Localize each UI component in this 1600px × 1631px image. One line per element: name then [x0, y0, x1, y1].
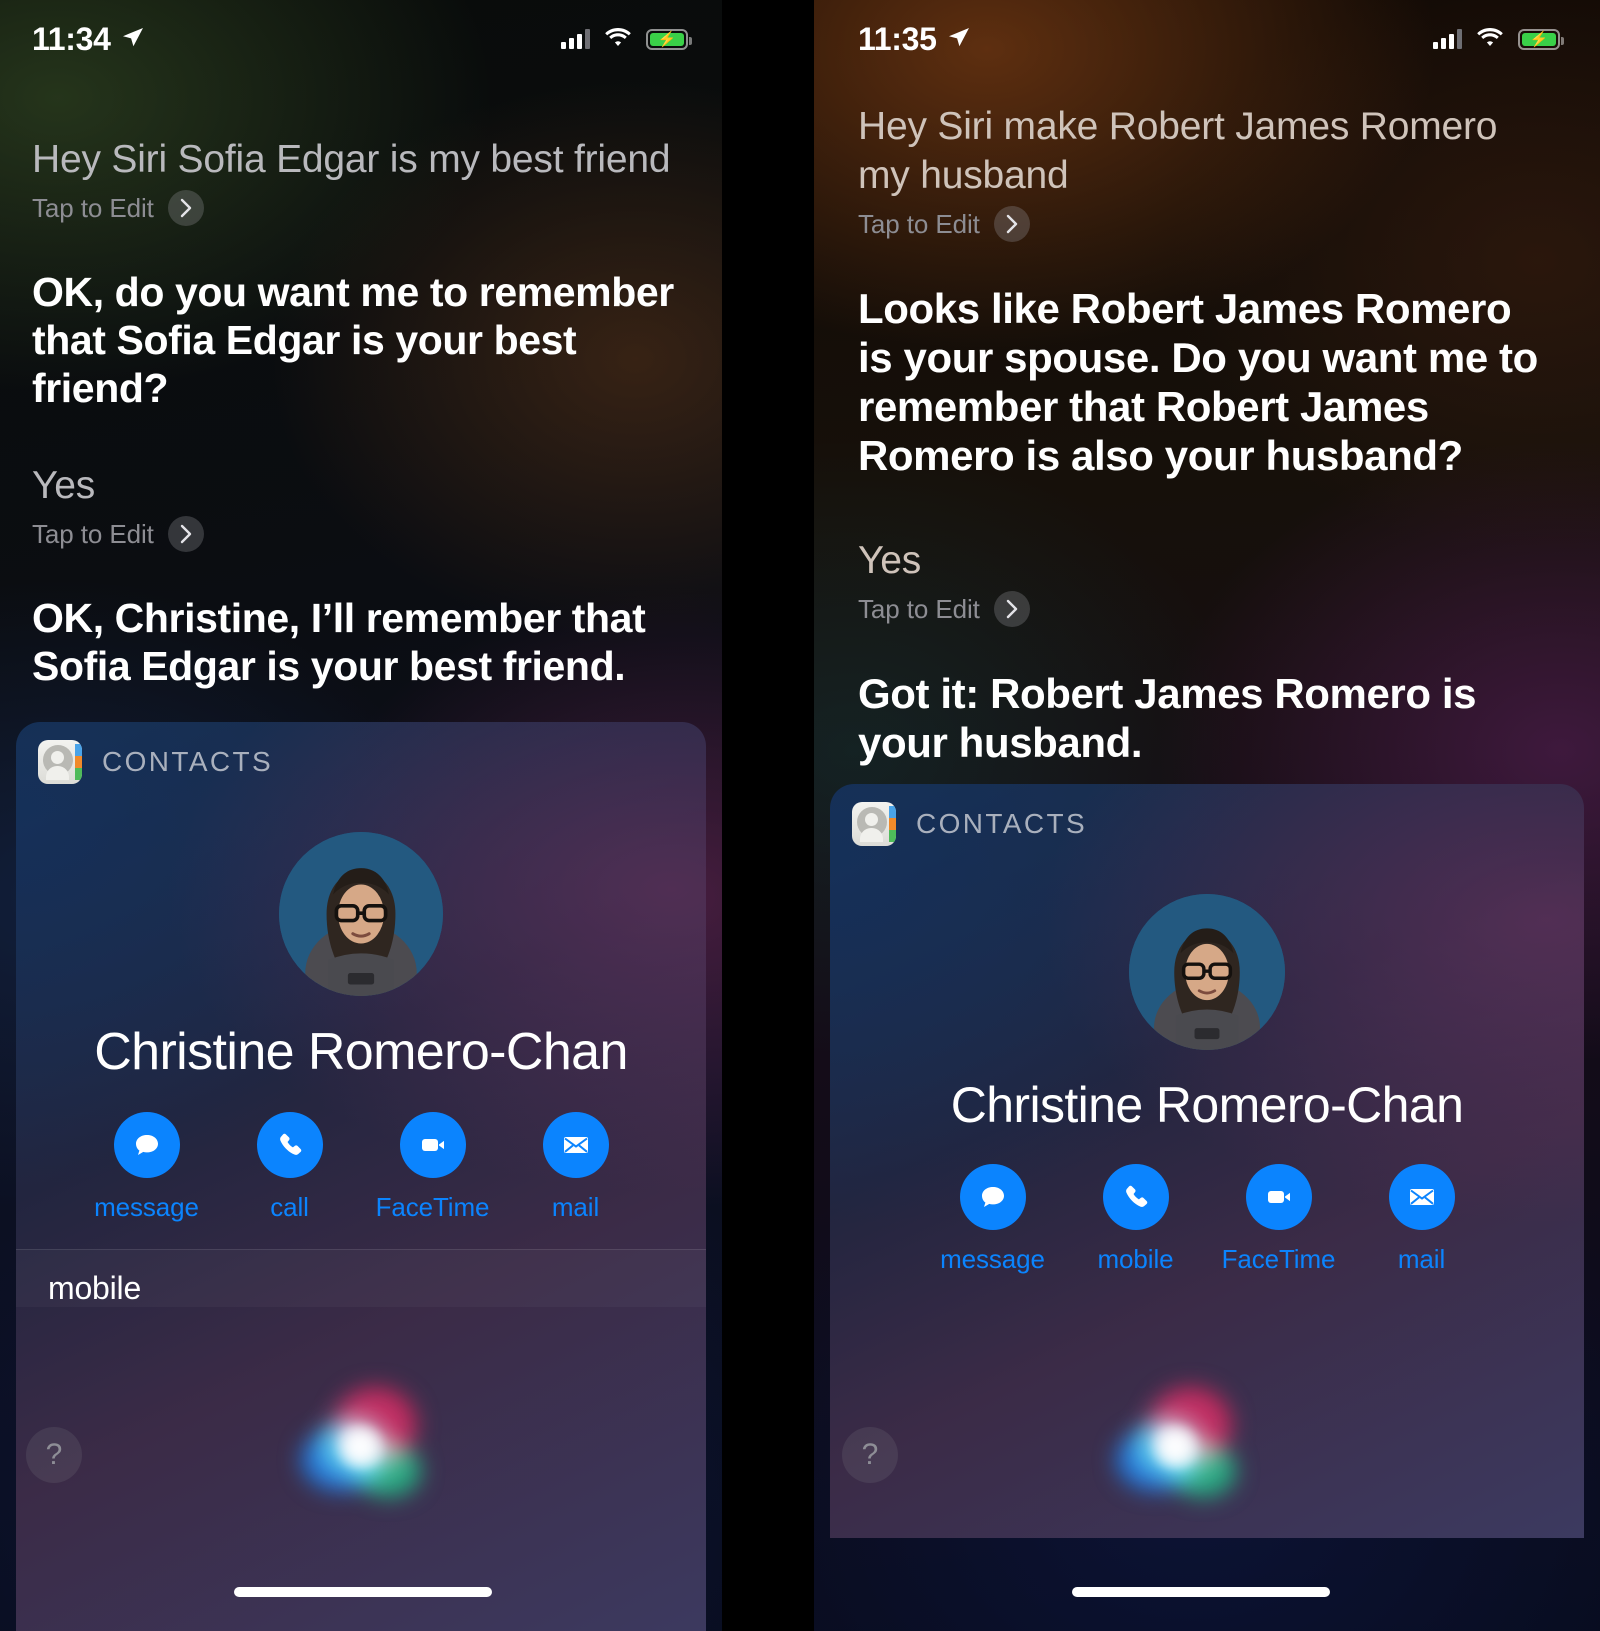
battery-charging-icon: ⚡: [1518, 28, 1564, 50]
question-mark-icon: ?: [861, 1438, 879, 1471]
contacts-app-icon: [38, 740, 82, 784]
message-bubble-icon[interactable]: [113, 1112, 180, 1178]
cellular-bars-icon: [561, 29, 590, 49]
tap-to-edit-label: Tap to Edit: [32, 192, 154, 223]
user-utterance-2: Yes: [858, 539, 922, 582]
card-header: CONTACTS: [16, 722, 706, 784]
avatar: [1129, 894, 1285, 1050]
action-mail[interactable]: mail: [1350, 1164, 1493, 1275]
chevron-right-icon[interactable]: [993, 591, 1030, 627]
card-header: CONTACTS: [830, 784, 1584, 846]
location-arrow-icon: [947, 25, 971, 54]
siri-orb-icon[interactable]: [1104, 1371, 1246, 1513]
action-mail[interactable]: mail: [504, 1112, 647, 1223]
action-label: mail: [1397, 1244, 1446, 1274]
envelope-icon[interactable]: [1388, 1164, 1455, 1230]
frame-gutter: [722, 0, 814, 1631]
siri-reply-2: Got it: Robert James Romero is your husb…: [858, 670, 1477, 766]
action-message[interactable]: message: [75, 1112, 218, 1223]
envelope-icon[interactable]: [542, 1112, 609, 1178]
wifi-icon: [604, 27, 632, 52]
siri-orb-icon[interactable]: [289, 1371, 431, 1513]
siri-bottom-bar: ?: [0, 1371, 722, 1631]
action-label: mail: [551, 1192, 600, 1222]
home-indicator[interactable]: [234, 1587, 492, 1597]
phone-handset-icon[interactable]: [256, 1112, 323, 1178]
action-mobile[interactable]: mobile: [1064, 1164, 1207, 1275]
avatar: [279, 832, 443, 996]
help-button[interactable]: ?: [26, 1427, 82, 1483]
siri-reply-2: OK, Christine, I’ll remember that Sofia …: [32, 595, 646, 689]
status-time: 11:34: [32, 20, 111, 57]
siri-conversation: Hey Siri Sofia Edgar is my best friend T…: [0, 78, 722, 690]
battery-charging-icon: ⚡: [646, 28, 692, 50]
video-camera-icon[interactable]: [1245, 1164, 1312, 1230]
chevron-right-icon[interactable]: [167, 516, 204, 552]
home-indicator[interactable]: [1072, 1587, 1330, 1597]
action-message[interactable]: message: [921, 1164, 1064, 1275]
phone-handset-icon[interactable]: [1102, 1164, 1169, 1230]
tap-to-edit-label: Tap to Edit: [858, 208, 980, 239]
dual-screenshot-stage: 11:34 ⚡ Hey Siri Sofia Edgar is my best …: [0, 0, 1600, 1631]
status-bar: 11:35 ⚡: [814, 0, 1600, 78]
tap-to-edit-label: Tap to Edit: [858, 593, 980, 624]
status-bar-right: ⚡: [561, 27, 692, 52]
chevron-right-icon[interactable]: [993, 206, 1030, 242]
action-facetime[interactable]: FaceTime: [1207, 1164, 1350, 1275]
user-utterance-2: Yes: [32, 464, 96, 507]
location-arrow-icon: [121, 25, 145, 54]
tap-to-edit-1[interactable]: Tap to Edit: [32, 190, 690, 226]
contacts-app-icon: [852, 802, 896, 846]
status-bar-left: 11:34: [32, 21, 145, 58]
action-call[interactable]: call: [218, 1112, 361, 1223]
siri-reply-1: Looks like Robert James Romero is your s…: [858, 285, 1538, 479]
wifi-icon: [1476, 27, 1504, 52]
contact-field-label: mobile: [48, 1270, 142, 1306]
tap-to-edit-1[interactable]: Tap to Edit: [858, 206, 1556, 242]
cellular-bars-icon: [1433, 29, 1462, 49]
phone-screenshot-right: 11:35 ⚡ Hey Siri make Robert James Romer…: [814, 0, 1600, 1631]
action-label: call: [270, 1192, 309, 1222]
status-time: 11:35: [858, 20, 937, 57]
question-mark-icon: ?: [45, 1438, 63, 1471]
contact-actions: message call FaceTime mail: [16, 1112, 706, 1223]
phone-screenshot-left: 11:34 ⚡ Hey Siri Sofia Edgar is my best …: [0, 0, 722, 1631]
contact-name: Christine Romero-Chan: [950, 1077, 1464, 1133]
action-label: FaceTime: [1221, 1244, 1336, 1274]
tap-to-edit-2[interactable]: Tap to Edit: [32, 516, 690, 552]
message-bubble-icon[interactable]: [959, 1164, 1026, 1230]
status-bar-right: ⚡: [1433, 27, 1564, 52]
contact-actions: message mobile FaceTime mail: [830, 1164, 1584, 1275]
action-label: message: [94, 1192, 199, 1222]
action-label: message: [940, 1244, 1045, 1274]
siri-reply-1: OK, do you want me to remember that Sofi…: [32, 269, 674, 411]
help-button[interactable]: ?: [842, 1427, 898, 1483]
user-utterance-1: Hey Siri make Robert James Romero my hus…: [858, 105, 1498, 197]
status-bar-left: 11:35: [858, 21, 971, 58]
chevron-right-icon[interactable]: [167, 190, 204, 226]
siri-conversation: Hey Siri make Robert James Romero my hus…: [814, 78, 1600, 767]
action-label: FaceTime: [375, 1192, 490, 1222]
siri-bottom-bar: ?: [814, 1371, 1600, 1631]
user-utterance-1: Hey Siri Sofia Edgar is my best friend: [32, 138, 671, 181]
video-camera-icon[interactable]: [399, 1112, 466, 1178]
tap-to-edit-2[interactable]: Tap to Edit: [858, 591, 1556, 627]
action-facetime[interactable]: FaceTime: [361, 1112, 504, 1223]
status-bar: 11:34 ⚡: [0, 0, 722, 78]
action-label: mobile: [1097, 1244, 1174, 1274]
card-app-name: CONTACTS: [916, 808, 1088, 839]
contact-name: Christine Romero-Chan: [94, 1023, 628, 1081]
contact-field-row[interactable]: mobile: [16, 1250, 706, 1307]
card-app-name: CONTACTS: [102, 746, 274, 777]
tap-to-edit-label: Tap to Edit: [32, 518, 154, 549]
